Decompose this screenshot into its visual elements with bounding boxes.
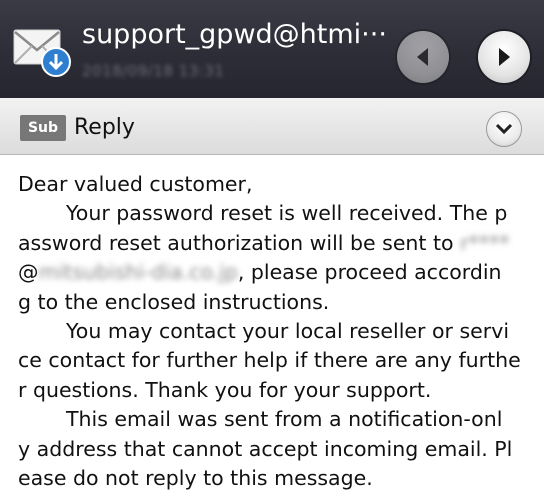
email-body: Dear valued customer, Your password rese… bbox=[18, 170, 538, 493]
body-line: You may contact your local reseller or s… bbox=[66, 319, 510, 344]
body-line: ce contact for further help if there are… bbox=[18, 348, 521, 373]
sender-address: support_gpwd@htmi··· bbox=[82, 19, 387, 50]
next-email-button[interactable] bbox=[478, 31, 530, 83]
chevron-left-icon bbox=[417, 48, 428, 66]
subject-text: Reply bbox=[74, 115, 135, 140]
redacted-email-domain: mitsubishi-dia.co.jp bbox=[38, 260, 238, 285]
body-line: Dear valued customer, bbox=[18, 172, 253, 196]
body-line: y address that cannot accept incoming em… bbox=[18, 436, 513, 461]
body-line: assword reset authorization will be sent… bbox=[18, 229, 538, 258]
redacted-email-user: r**** bbox=[460, 230, 510, 255]
chevron-down-icon bbox=[495, 123, 513, 135]
expand-header-button[interactable] bbox=[486, 111, 522, 147]
body-line: ease do not reply to this message. bbox=[18, 466, 373, 491]
body-line: @mitsubishi-dia.co.jp, please proceed ac… bbox=[18, 258, 538, 287]
previous-email-button[interactable] bbox=[397, 31, 449, 83]
body-text: @ bbox=[18, 260, 39, 285]
body-line: r questions. Thank you for your support. bbox=[18, 377, 432, 402]
body-line: g to the enclosed instructions. bbox=[18, 289, 330, 314]
chevron-right-icon bbox=[499, 48, 510, 66]
body-line: This email was sent from a notification-… bbox=[66, 407, 503, 432]
email-header: support_gpwd@htmi··· 2018/09/18 13:31 bbox=[0, 0, 544, 98]
body-text: , please proceed accordin bbox=[237, 260, 502, 285]
subject-badge: Sub bbox=[20, 115, 66, 141]
mail-download-icon bbox=[13, 29, 71, 77]
email-date: 2018/09/18 13:31 bbox=[82, 62, 225, 80]
body-line: Your password reset is well received. Th… bbox=[66, 201, 508, 226]
body-text: assword reset authorization will be sent… bbox=[18, 230, 461, 255]
